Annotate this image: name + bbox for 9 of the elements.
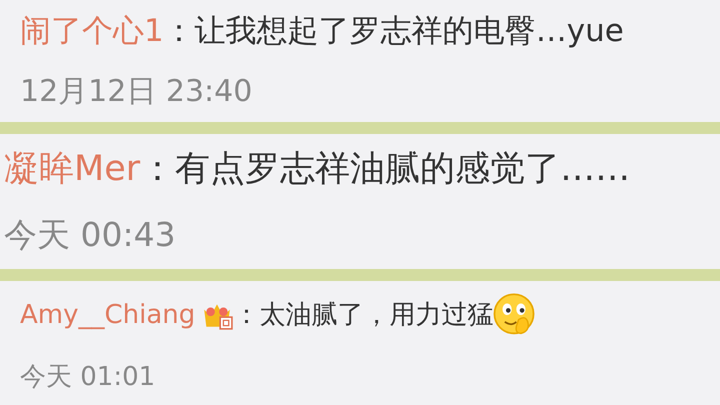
comment-text: ：让我想起了罗志祥的电臀…yue bbox=[164, 12, 624, 51]
timestamp: 12月12日 23:40 bbox=[20, 73, 252, 112]
username[interactable]: 闹了个心1 bbox=[20, 10, 164, 52]
comment-text: ：太油腻了，用力过猛 bbox=[233, 299, 494, 332]
timestamp: 今天 01:01 bbox=[20, 361, 156, 394]
comment-text: ：有点罗志祥油腻的感觉了…… bbox=[140, 148, 630, 191]
timestamp: 今天 00:43 bbox=[4, 214, 176, 256]
username[interactable]: 凝眸Mer bbox=[4, 144, 140, 192]
username[interactable]: Amy__Chiang bbox=[20, 300, 196, 330]
